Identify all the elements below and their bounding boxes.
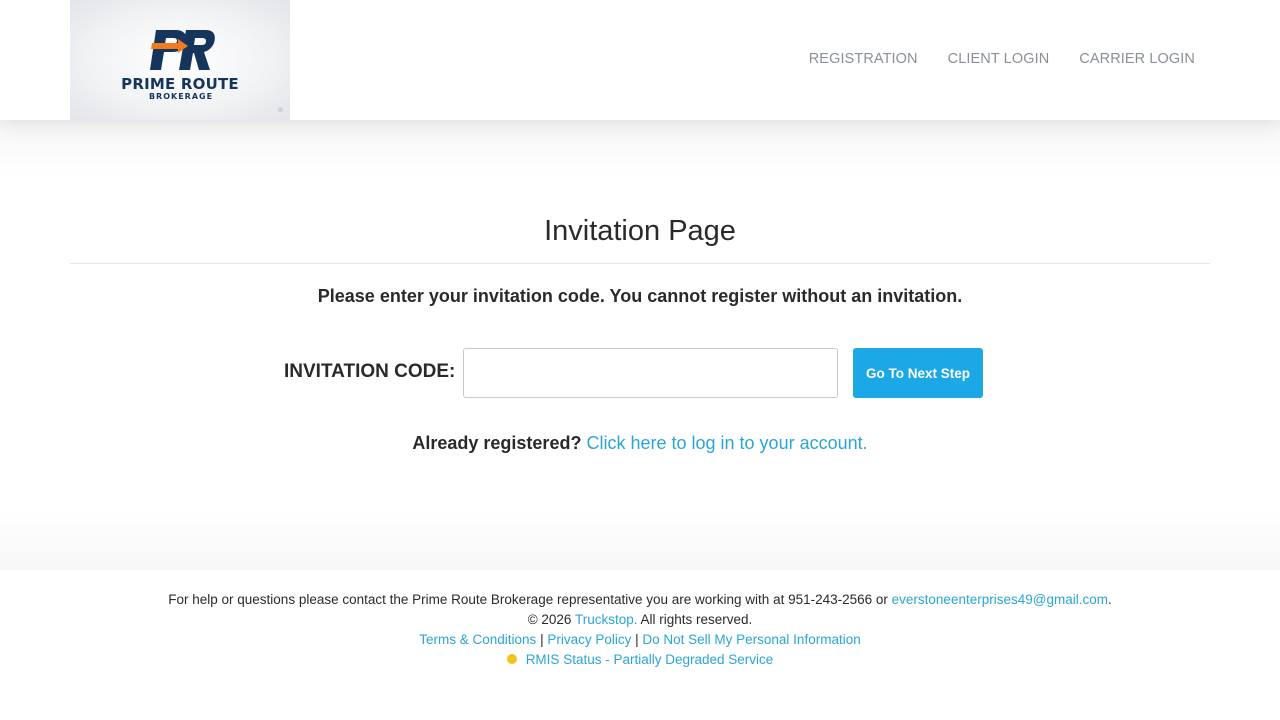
help-text: For help or questions please contact the…: [168, 592, 892, 607]
truckstop-link[interactable]: Truckstop.: [575, 612, 638, 627]
copyright-prefix: © 2026: [527, 612, 575, 627]
status-dot-icon: [506, 654, 517, 664]
help-line: For help or questions please contact the…: [0, 592, 1280, 607]
nav-client-login[interactable]: CLIENT LOGIN: [948, 51, 1050, 67]
site-header: PRIME ROUTE BROKERAGE REGISTRATION CLIEN…: [0, 0, 1280, 120]
legal-links: Terms & Conditions | Privacy Policy | Do…: [0, 632, 1280, 647]
rmis-status-link[interactable]: RMIS Status - Partially Degraded Service: [526, 652, 774, 667]
main-content: Invitation Page Please enter your invita…: [0, 120, 1280, 570]
link-separator: |: [631, 632, 643, 647]
brand-logo[interactable]: PRIME ROUTE BROKERAGE: [70, 0, 290, 120]
instructions-text: Please enter your invitation code. You c…: [317, 286, 963, 306]
brand-subtitle: BROKERAGE: [148, 92, 214, 101]
do-not-sell-link[interactable]: Do Not Sell My Personal Information: [642, 632, 860, 647]
nav-registration[interactable]: REGISTRATION: [809, 51, 918, 67]
site-footer: For help or questions please contact the…: [0, 570, 1280, 720]
help-end: .: [1107, 592, 1112, 607]
title-divider: [70, 263, 1210, 264]
invitation-code-label: INVITATION CODE:: [284, 361, 456, 382]
already-registered-row: Already registered? Click here to log in…: [0, 433, 1280, 454]
contact-email-link[interactable]: everstoneenterprises49@gmail.com: [892, 592, 1108, 607]
prime-route-logo-icon: [150, 30, 215, 70]
login-link[interactable]: Click here to log in to your account.: [586, 433, 867, 453]
already-registered-label: Already registered?: [412, 433, 582, 453]
nav-carrier-login[interactable]: CARRIER LOGIN: [1079, 51, 1195, 67]
copyright-suffix: All rights reserved.: [637, 612, 753, 627]
link-separator: |: [536, 632, 548, 647]
rmis-status: RMIS Status - Partially Degraded Service: [0, 652, 1280, 667]
top-nav: REGISTRATION CLIENT LOGIN CARRIER LOGIN: [809, 51, 1195, 67]
copyright-line: © 2026 Truckstop. All rights reserved.: [0, 612, 1280, 627]
privacy-link[interactable]: Privacy Policy: [547, 632, 631, 647]
page-title: Invitation Page: [544, 215, 736, 247]
terms-link[interactable]: Terms & Conditions: [419, 632, 536, 647]
next-step-button[interactable]: Go To Next Step: [853, 348, 983, 398]
invitation-code-input[interactable]: [463, 348, 838, 398]
brand-name: PRIME ROUTE: [121, 75, 239, 93]
logo-decoration: [278, 107, 283, 112]
